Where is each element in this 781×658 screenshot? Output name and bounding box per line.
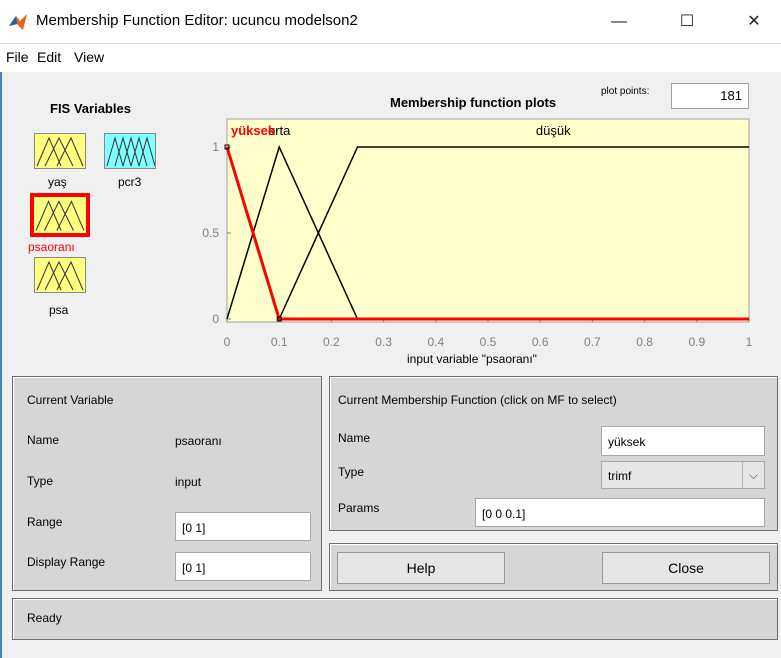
current-mf-heading: Current Membership Function (click on MF… — [338, 393, 617, 407]
x-tick-label: 0.5 — [480, 335, 497, 349]
membership-plot[interactable]: 00.51 0 0.1 0.2 0.3 0.4 0.5 0.6 0.7 0.8 0.9 1 orta… — [0, 0, 781, 370]
mf-type-value: trimf — [608, 469, 632, 483]
x-axis-label: input variable "psaoranı" — [407, 352, 537, 366]
cv-name-label: Name — [27, 433, 60, 447]
cv-type-label: Type — [27, 474, 54, 488]
x-tick-label: 0.6 — [532, 335, 549, 349]
cv-name-value: psaoranı — [175, 434, 222, 448]
cv-display-range-label: Display Range — [27, 555, 106, 569]
current-variable-panel: Current Variable Name psaoranı Type inpu… — [12, 376, 322, 591]
y-tick-label: 1 — [212, 140, 219, 154]
x-tick-label: 0.2 — [323, 335, 340, 349]
current-mf-panel: Current Membership Function (click on MF… — [329, 376, 778, 531]
button-panel: Help Close — [329, 543, 778, 591]
mf-label-2[interactable]: düşük — [536, 123, 571, 138]
x-tick-label: 0.8 — [636, 335, 653, 349]
x-axis: 0 0.1 0.2 0.3 0.4 0.5 0.6 0.7 0.8 0.9 1 — [224, 318, 753, 349]
status-panel: Ready — [12, 598, 778, 640]
plot-area — [226, 118, 750, 323]
current-variable-heading: Current Variable — [27, 393, 114, 407]
x-tick-label: 0.3 — [375, 335, 392, 349]
y-tick-label: 0 — [212, 312, 219, 326]
chevron-down-icon[interactable]: ⌵ — [742, 462, 764, 488]
range-input[interactable]: [0 1] — [175, 512, 311, 541]
mf-label-0[interactable]: yüksek — [231, 123, 276, 138]
x-tick-label: 1 — [746, 335, 753, 349]
mf-name-label: Name — [338, 431, 371, 445]
x-tick-label: 0.4 — [427, 335, 444, 349]
y-tick-label: 0.5 — [202, 226, 219, 240]
mf-type-select[interactable]: trimf ⌵ — [601, 461, 765, 489]
display-range-input[interactable]: [0 1] — [175, 552, 311, 581]
mf-type-label: Type — [338, 465, 365, 479]
x-tick-label: 0 — [224, 335, 231, 349]
mf-params-input[interactable]: [0 0 0.1] — [475, 498, 765, 527]
x-tick-label: 0.7 — [584, 335, 601, 349]
x-tick-label: 0.1 — [271, 335, 288, 349]
cv-range-label: Range — [27, 515, 63, 529]
cv-type-value: input — [175, 475, 202, 489]
x-tick-label: 0.9 — [688, 335, 705, 349]
mf-name-input[interactable]: yüksek — [601, 426, 765, 456]
help-button[interactable]: Help — [337, 552, 505, 584]
mf-params-label: Params — [338, 501, 380, 515]
status-text: Ready — [27, 611, 62, 625]
close-button[interactable]: Close — [602, 552, 770, 584]
